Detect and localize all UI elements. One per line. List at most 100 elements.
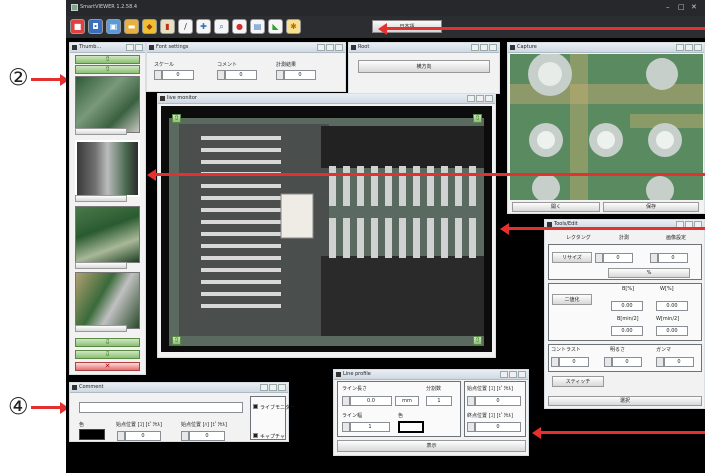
capture-open-button[interactable]: 開く [512,202,600,212]
close-icon[interactable]: ✕ [691,4,697,11]
minimize-icon[interactable]: – [666,4,670,11]
document-icon[interactable]: ▤ [250,19,265,34]
comment-icon[interactable]: ◆ [142,19,157,34]
capture-checkbox[interactable] [253,433,258,438]
thumbnail-down-button[interactable]: ⇩ [75,338,140,347]
brightness-spinner[interactable] [604,357,612,367]
pen-icon[interactable]: ∕ [178,19,193,34]
binarize-button[interactable]: 二値化 [552,294,592,305]
line-width-input[interactable]: 1 [350,422,390,432]
thumbnail-3-label[interactable] [75,262,127,269]
stitch-button[interactable]: スティッチ [552,376,604,387]
comment-start-x-spinner[interactable] [117,431,125,441]
thumbnail-1[interactable] [75,76,140,133]
monitor-br-button[interactable]: ⇧ [473,336,482,345]
line-length-spinner[interactable] [342,396,350,406]
line-color-swatch[interactable] [398,421,424,433]
resize-button[interactable]: リサイズ [552,252,592,263]
w-min-input[interactable]: 0.00 [656,326,688,336]
panel-close-icon[interactable] [135,44,143,51]
monitor-tl-button[interactable]: ⇧ [172,114,181,123]
capture-checkbox-label: キャプチャ [260,434,285,440]
scale-input[interactable]: 0 [162,70,194,80]
line-width-spinner[interactable] [342,422,350,432]
unit-dropdown[interactable]: mm [395,396,419,406]
thumbnail-up-button[interactable]: ⇧ [75,65,140,74]
calc-size-input[interactable]: 0 [284,70,316,80]
contrast-input[interactable]: 0 [559,357,589,367]
live-monitor-checkbox-label: ライブモニター [260,405,296,411]
font-settings-header: Font settings [147,43,345,53]
thumbnail-4-label[interactable] [75,325,127,332]
gamma-input[interactable]: 0 [664,357,694,367]
monitor-bl-button[interactable]: ⇧ [172,336,181,345]
select-button[interactable]: 選択 [548,396,702,406]
exit-icon[interactable]: ■ [70,19,85,34]
app-title: SmartVIEWER 1.2.58.4 [80,4,138,10]
monitor-tr-button[interactable]: ⇧ [473,114,482,123]
comment-start-y-label: 始点位置 [ﾊ] [ﾋﾟｸｾﾙ] [181,422,227,428]
percent-dropdown[interactable]: % [608,268,690,278]
line-end-spinner[interactable] [467,422,475,432]
resize-h-input[interactable]: 0 [658,253,688,263]
line-start-input[interactable]: 0 [475,396,521,406]
brightness-label: 明るさ [610,347,626,353]
b-percent-input[interactable]: 0.00 [611,301,643,311]
line-display-button[interactable]: 表示 [337,440,526,452]
record-icon[interactable]: ● [232,19,247,34]
chart-icon[interactable]: ◣ [268,19,283,34]
thumbnail-2[interactable] [75,140,140,197]
gamma-spinner[interactable] [656,357,664,367]
comment-size-input[interactable]: 0 [225,70,257,80]
font-settings-title: Font settings [156,44,189,50]
ruler-icon[interactable]: ▮ [160,19,175,34]
root-title: Root [358,44,370,50]
thumbnail-4[interactable] [75,272,140,329]
live-monitor-checkbox[interactable] [253,404,258,409]
tab-image-settings[interactable]: 画像設定 [666,234,686,241]
thumbnail-top-button[interactable]: ⇧ [75,55,140,64]
contrast-spinner[interactable] [551,357,559,367]
zoom-icon[interactable]: ⌕ [214,19,229,34]
thumbnail-2-label[interactable] [75,195,127,202]
calc-size-spinner[interactable] [276,70,284,80]
settings-icon[interactable]: ✱ [286,19,301,34]
capture-save-button[interactable]: 保存 [603,202,699,212]
comment-start-x-input[interactable]: 0 [125,431,161,441]
arrow-marker-2 [31,78,61,81]
camera-icon[interactable]: ◘ [88,19,103,34]
comment-size-spinner[interactable] [217,70,225,80]
direction-dropdown[interactable]: 横方向 [358,60,490,73]
resize-w-input[interactable]: 0 [603,253,633,263]
b-min-input[interactable]: 0.00 [611,326,643,336]
w-percent-input[interactable]: 0.00 [656,301,688,311]
line-length-input[interactable]: 0.0 [350,396,392,406]
resize-w-spinner[interactable] [595,253,603,263]
tab-rectangle[interactable]: レクタング [566,234,591,241]
comment-start-y-spinner[interactable] [181,431,189,441]
cross-icon[interactable]: ✚ [196,19,211,34]
thumbnail-delete-button[interactable]: ✕ [75,362,140,371]
comment-text-input[interactable] [79,402,243,413]
arrow-line-profile [540,431,705,434]
app-icon [71,4,78,11]
window-icon[interactable]: ▣ [106,19,121,34]
line-start-spinner[interactable] [467,396,475,406]
resize-h-spinner[interactable] [650,253,658,263]
line-end-input[interactable]: 0 [475,422,521,432]
comment-color-swatch[interactable] [79,429,105,440]
thumbnail-1-label[interactable] [75,128,127,135]
arrow-monitor [155,173,705,176]
arrow-toolbar [386,27,705,30]
maximize-icon[interactable]: □ [678,4,685,11]
brightness-input[interactable]: 0 [612,357,642,367]
thumbnail-3[interactable] [75,206,140,263]
panel-min-icon[interactable] [126,44,134,51]
scale-spinner[interactable] [154,70,162,80]
thumbnail-bottom-button[interactable]: ⇩ [75,350,140,359]
divisions-dropdown[interactable]: 1 [426,396,452,406]
comment-start-y-input[interactable]: 0 [189,431,225,441]
folder-icon[interactable]: ▬ [124,19,139,34]
contrast-label: コントラスト [551,347,581,353]
tab-measure[interactable]: 計測 [619,234,629,241]
